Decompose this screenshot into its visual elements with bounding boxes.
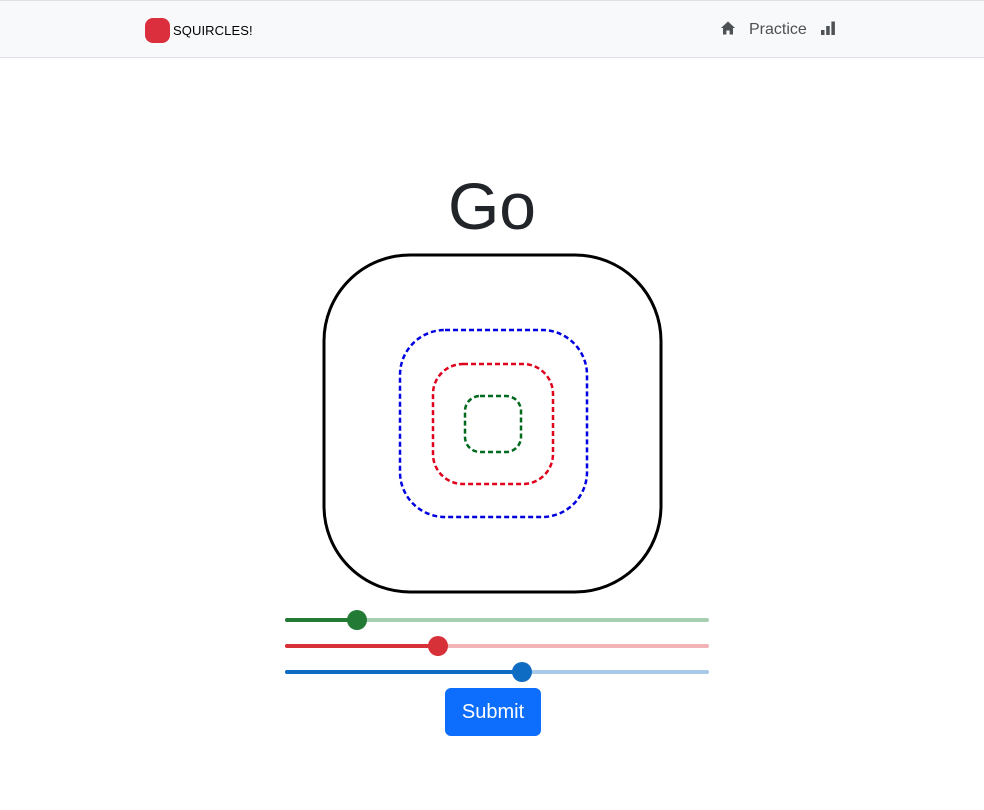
nav-links: Practice bbox=[720, 19, 836, 41]
blue-slider-fill bbox=[285, 670, 522, 674]
nav-practice-link[interactable]: Practice bbox=[749, 19, 807, 41]
blue-squircle bbox=[398, 328, 589, 519]
red-slider[interactable] bbox=[285, 635, 709, 657]
brand-link[interactable]: SQUIRCLES! bbox=[145, 18, 253, 43]
brand-logo bbox=[145, 18, 170, 43]
green-slider-thumb[interactable] bbox=[347, 610, 367, 630]
blue-slider[interactable] bbox=[285, 661, 709, 683]
outer-squircle bbox=[322, 253, 663, 594]
navbar: SQUIRCLES! Practice bbox=[0, 1, 984, 58]
red-slider-fill bbox=[285, 644, 438, 648]
submit-button[interactable]: Submit bbox=[445, 688, 541, 736]
red-squircle bbox=[431, 362, 555, 486]
page-title: Go bbox=[447, 169, 537, 243]
green-squircle bbox=[463, 394, 523, 454]
green-slider[interactable] bbox=[285, 609, 709, 631]
home-icon[interactable] bbox=[720, 20, 736, 41]
squircle-canvas bbox=[322, 253, 663, 594]
blue-slider-thumb[interactable] bbox=[512, 662, 532, 682]
red-slider-thumb[interactable] bbox=[428, 636, 448, 656]
brand-name: SQUIRCLES! bbox=[173, 23, 253, 38]
bar-chart-icon[interactable] bbox=[820, 20, 836, 41]
